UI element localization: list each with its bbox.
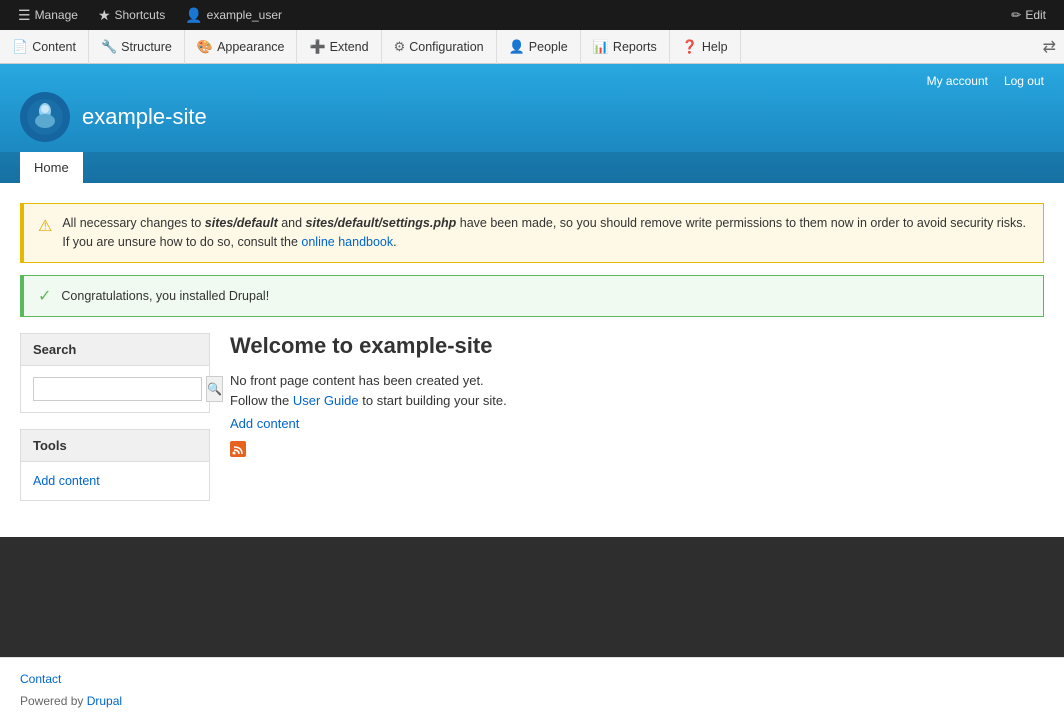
manage-menu-item[interactable]: ☰ Manage (8, 0, 88, 30)
search-block: Search 🔍 (20, 333, 210, 413)
nav-help-label: Help (702, 40, 728, 54)
drupal-link[interactable]: Drupal (87, 694, 122, 708)
secondary-nav: 📄 Content 🔧 Structure 🎨 Appearance ➕ Ext… (0, 30, 1064, 64)
primary-nav: Home (0, 152, 1064, 183)
nav-reports[interactable]: 📊 Reports (581, 30, 670, 64)
welcome-body: No front page content has been created y… (230, 371, 1044, 413)
nav-reports-label: Reports (613, 40, 657, 54)
nav-content[interactable]: 📄 Content (0, 30, 89, 64)
welcome-body1: No front page content has been created y… (230, 373, 484, 388)
warning-icon: ⚠ (38, 215, 52, 252)
nav-people[interactable]: 👤 People (497, 30, 581, 64)
footer-powered: Powered by Drupal (20, 694, 1044, 708)
site-footer-dark (0, 537, 1064, 657)
check-icon: ✓ (38, 286, 51, 306)
user-menu-item[interactable]: 👤 example_user (175, 0, 292, 30)
people-icon: 👤 (509, 39, 525, 55)
success-text: Congratulations, you installed Drupal! (61, 289, 269, 303)
warning-text: All necessary changes to sites/default a… (62, 214, 1029, 252)
shortcuts-menu-item[interactable]: ★ Shortcuts (88, 0, 175, 30)
nav-configuration-label: Configuration (409, 40, 483, 54)
manage-icon: ☰ (18, 7, 31, 24)
user-icon: 👤 (185, 7, 202, 24)
sidebar-add-content-link[interactable]: Add content (33, 472, 197, 490)
log-out-link[interactable]: Log out (1004, 74, 1044, 88)
primary-nav-home[interactable]: Home (20, 152, 83, 183)
tools-block-title: Tools (21, 430, 209, 462)
username-label: example_user (207, 8, 282, 22)
user-guide-link[interactable]: User Guide (293, 393, 359, 408)
welcome-title: Welcome to example-site (230, 333, 1044, 359)
success-message: ✓ Congratulations, you installed Drupal! (20, 275, 1044, 317)
search-input[interactable] (33, 377, 202, 401)
extend-icon: ➕ (309, 39, 325, 55)
nav-extend-label: Extend (330, 40, 369, 54)
welcome-body3: to start building your site. (359, 393, 507, 408)
nav-structure[interactable]: 🔧 Structure (89, 30, 185, 64)
search-icon: 🔍 (207, 382, 222, 396)
add-content-link[interactable]: Add content (230, 416, 1044, 431)
rss-icon (230, 441, 1044, 462)
shortcuts-label: Shortcuts (115, 8, 166, 22)
nav-configuration[interactable]: ⚙ Configuration (382, 30, 497, 64)
powered-by-text: Powered by (20, 694, 87, 708)
tools-block: Tools Add content (20, 429, 210, 501)
nav-toggle[interactable]: ⇄ (1035, 37, 1064, 57)
site-logo (20, 92, 70, 142)
content-layout: Search 🔍 Tools Add content (20, 333, 1044, 517)
footer-links: Contact (20, 672, 1044, 686)
contact-link[interactable]: Contact (20, 672, 61, 686)
help-icon: ❓ (682, 39, 698, 55)
search-button[interactable]: 🔍 (206, 376, 223, 402)
nav-help[interactable]: ❓ Help (670, 30, 741, 64)
edit-button[interactable]: ✏ Edit (1001, 8, 1056, 22)
admin-bar: ☰ Manage ★ Shortcuts 👤 example_user ✏ Ed… (0, 0, 1064, 30)
content-icon: 📄 (12, 39, 28, 55)
configuration-icon: ⚙ (394, 39, 406, 55)
appearance-icon: 🎨 (197, 39, 213, 55)
main-content: ⚠ All necessary changes to sites/default… (0, 183, 1064, 537)
my-account-link[interactable]: My account (927, 74, 988, 88)
edit-label: Edit (1025, 8, 1046, 22)
nav-appearance[interactable]: 🎨 Appearance (185, 30, 298, 64)
search-form: 🔍 (33, 376, 197, 402)
pencil-icon: ✏ (1011, 8, 1021, 22)
site-name: example-site (82, 104, 207, 130)
warning-message: ⚠ All necessary changes to sites/default… (20, 203, 1044, 263)
reports-icon: 📊 (593, 39, 609, 55)
structure-icon: 🔧 (101, 39, 117, 55)
nav-people-label: People (529, 40, 568, 54)
nav-extend[interactable]: ➕ Extend (297, 30, 381, 64)
search-block-title: Search (21, 334, 209, 366)
welcome-body2: Follow the (230, 393, 293, 408)
handbook-link[interactable]: online handbook (301, 235, 393, 249)
site-footer-light: Contact Powered by Drupal (0, 657, 1064, 722)
nav-content-label: Content (32, 40, 76, 54)
nav-appearance-label: Appearance (217, 40, 284, 54)
star-icon: ★ (98, 7, 111, 24)
toggle-icon: ⇄ (1043, 37, 1056, 57)
manage-label: Manage (35, 8, 78, 22)
sidebar: Search 🔍 Tools Add content (20, 333, 210, 517)
site-header: My account Log out example-site Home (0, 64, 1064, 183)
main-area: Welcome to example-site No front page co… (230, 333, 1044, 517)
nav-structure-label: Structure (121, 40, 172, 54)
